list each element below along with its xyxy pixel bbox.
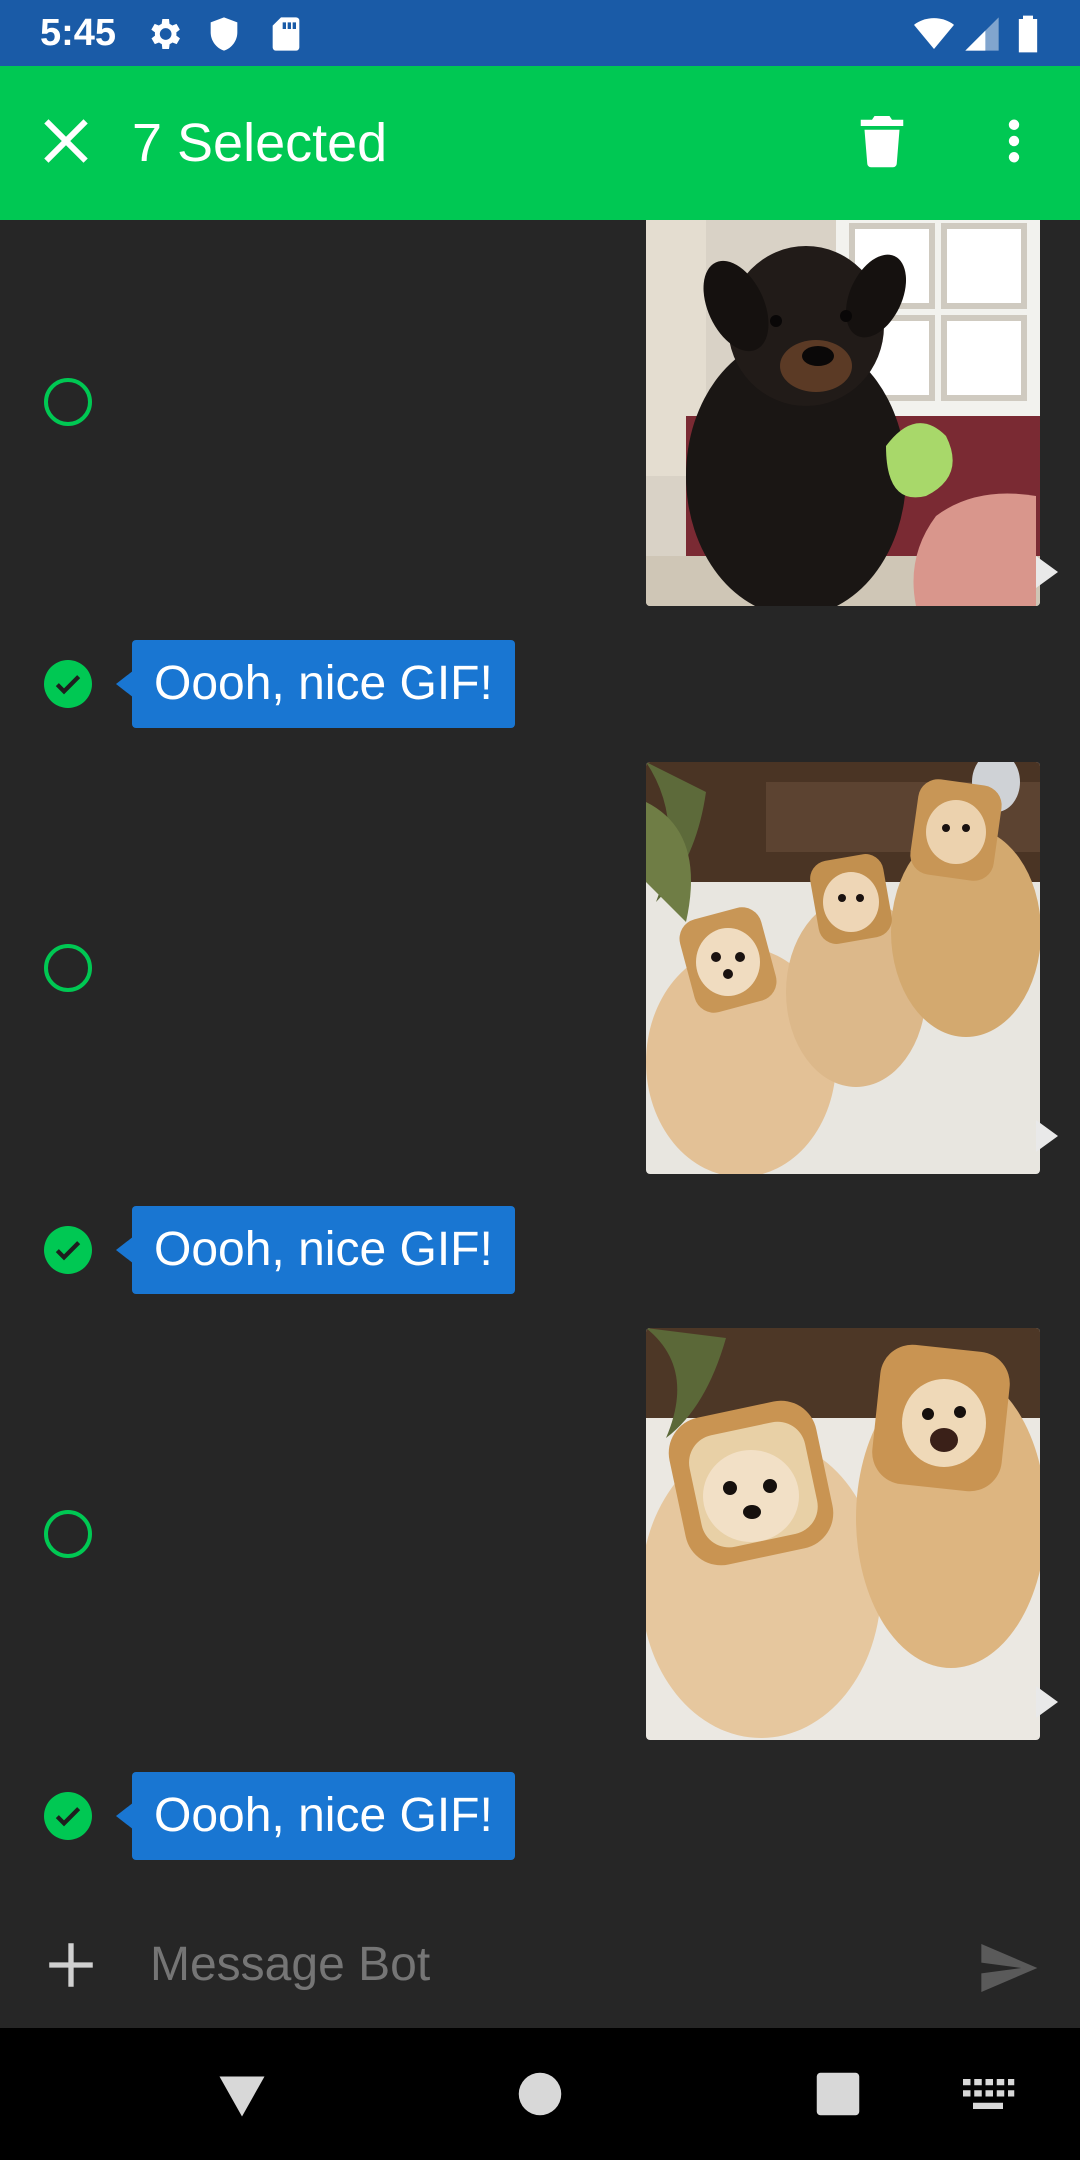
recents-icon[interactable] xyxy=(808,2064,868,2124)
select-toggle-checked[interactable] xyxy=(44,1792,92,1840)
keyboard-icon[interactable] xyxy=(958,2064,1018,2124)
send-icon[interactable] xyxy=(976,1936,1040,2000)
message-list[interactable]: Oooh, nice GIF! Oooh, nice GIF! Oooh, ni… xyxy=(0,220,1080,1900)
system-nav-bar xyxy=(0,2028,1080,2160)
select-toggle[interactable] xyxy=(44,944,92,992)
home-icon[interactable] xyxy=(510,2064,570,2124)
battery-icon xyxy=(1018,15,1038,53)
check-icon xyxy=(55,1807,81,1827)
rottweiler-gif-image xyxy=(646,220,1040,606)
status-bar: 5:45 xyxy=(0,0,1080,66)
select-toggle[interactable] xyxy=(44,1510,92,1558)
back-icon[interactable] xyxy=(212,2064,272,2124)
shield-icon xyxy=(210,17,238,51)
selection-count-title: 7 Selected xyxy=(132,113,388,173)
gear-icon xyxy=(151,19,180,49)
selection-app-bar: 7 Selected xyxy=(0,66,1080,220)
more-vert-icon[interactable] xyxy=(988,111,1040,171)
gif-message[interactable] xyxy=(646,220,1040,606)
close-icon[interactable] xyxy=(36,111,96,171)
gif-tail xyxy=(1036,1686,1058,1718)
compose-bar xyxy=(0,1900,1080,2028)
gif-message[interactable] xyxy=(646,762,1040,1174)
text-message-bubble[interactable]: Oooh, nice GIF! xyxy=(132,1206,515,1294)
text-message-bubble[interactable]: Oooh, nice GIF! xyxy=(132,1772,515,1860)
text-message-bubble[interactable]: Oooh, nice GIF! xyxy=(132,640,515,728)
wifi-icon xyxy=(914,18,954,49)
select-toggle-checked[interactable] xyxy=(44,660,92,708)
sd-card-icon xyxy=(272,17,300,51)
pomeranians-gif-image xyxy=(646,762,1040,1174)
message-input[interactable] xyxy=(150,1930,950,2000)
select-toggle[interactable] xyxy=(44,378,92,426)
gif-tail xyxy=(1036,1120,1058,1152)
pomeranians-gif-image xyxy=(646,1328,1040,1740)
check-icon xyxy=(55,1241,81,1261)
check-icon xyxy=(55,675,81,695)
trash-icon[interactable] xyxy=(852,111,912,171)
cell-signal-icon xyxy=(965,17,999,51)
plus-icon[interactable] xyxy=(42,1936,100,1994)
gif-tail xyxy=(1036,556,1058,588)
gif-message[interactable] xyxy=(646,1328,1040,1740)
select-toggle-checked[interactable] xyxy=(44,1226,92,1274)
status-time: 5:45 xyxy=(40,12,117,54)
